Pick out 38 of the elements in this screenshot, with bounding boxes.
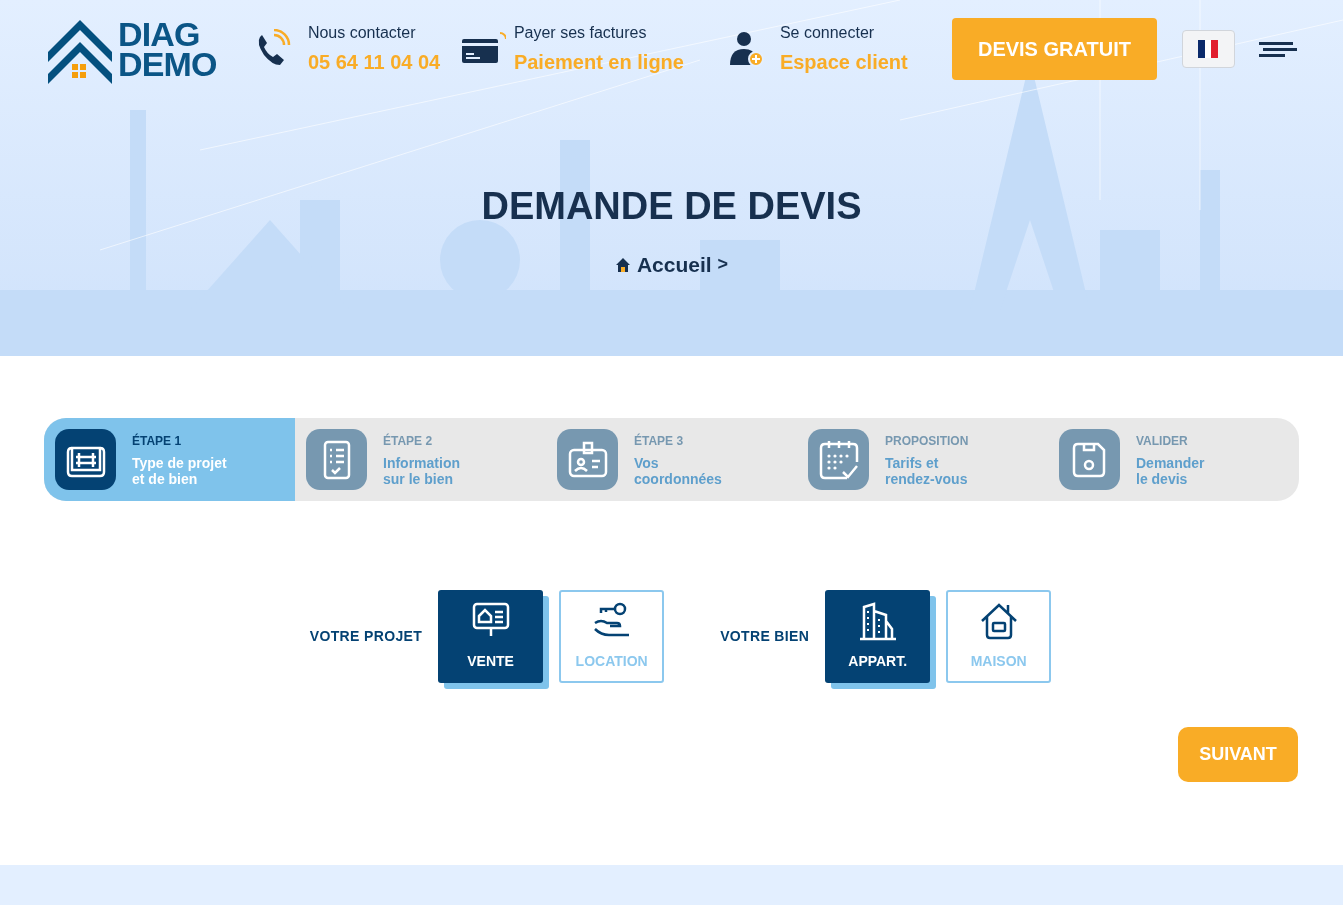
home-icon (614, 256, 631, 273)
contact-label: Se connecter (779, 23, 876, 43)
contact-link[interactable]: 05 64 11 04 04 (307, 47, 441, 77)
contact-label: Nous contacter (307, 23, 417, 43)
french-flag-icon (1198, 40, 1219, 58)
step-title: Demander le devis (1136, 455, 1205, 487)
step-label: ÉTAPE 1 (132, 432, 183, 450)
next-button[interactable]: SUIVANT (1178, 727, 1298, 782)
step-tab[interactable]: ÉTAPE 3 Vos coordonnées (546, 418, 797, 501)
step-tab[interactable]: ÉTAPE 2 Information sur le bien (295, 418, 546, 501)
breadcrumb-link[interactable]: Accueil (636, 249, 712, 281)
step-title: Tarifs et rendez-vous (885, 455, 969, 487)
step-label: VALIDER (1136, 433, 1189, 450)
language-button[interactable] (1181, 30, 1235, 68)
group-label: VOTRE BIEN (720, 627, 810, 646)
contact-link[interactable]: Espace client (779, 47, 908, 77)
menu-icon (1259, 40, 1297, 58)
logo-text: DIAG (118, 19, 201, 49)
logo-text: DEMO (118, 49, 217, 79)
step-tab[interactable]: PROPOSITION Tarifs et rendez-vous (797, 418, 1048, 501)
step-tab[interactable]: ÉTAPE 1 Type de projet et de bien (44, 418, 295, 501)
step-tab[interactable]: VALIDER Demander le devis (1048, 418, 1299, 501)
step-title: Type de projet et de bien (132, 455, 227, 487)
page-title: DEMANDE DE DEVIS (481, 184, 862, 229)
contact-label: Payer ses factures (513, 23, 648, 43)
step-title: Information sur le bien (383, 455, 460, 487)
contact-link[interactable]: Paiement en ligne (513, 47, 684, 77)
step-label: PROPOSITION (885, 433, 969, 450)
group-label: VOTRE PROJET (309, 627, 423, 646)
option-button[interactable]: LOCATION (559, 590, 665, 683)
apartment-building-icon (857, 601, 898, 641)
step-label: ÉTAPE 3 (634, 432, 685, 450)
option-button[interactable]: MAISON (946, 590, 1052, 683)
step-label: ÉTAPE 2 (383, 432, 434, 450)
free-quote-button[interactable]: DEVIS GRATUIT (951, 18, 1157, 80)
menu-button[interactable] (1259, 40, 1297, 58)
step-title: Vos coordonnées (634, 455, 722, 487)
breadcrumb-separator: > (717, 253, 729, 277)
